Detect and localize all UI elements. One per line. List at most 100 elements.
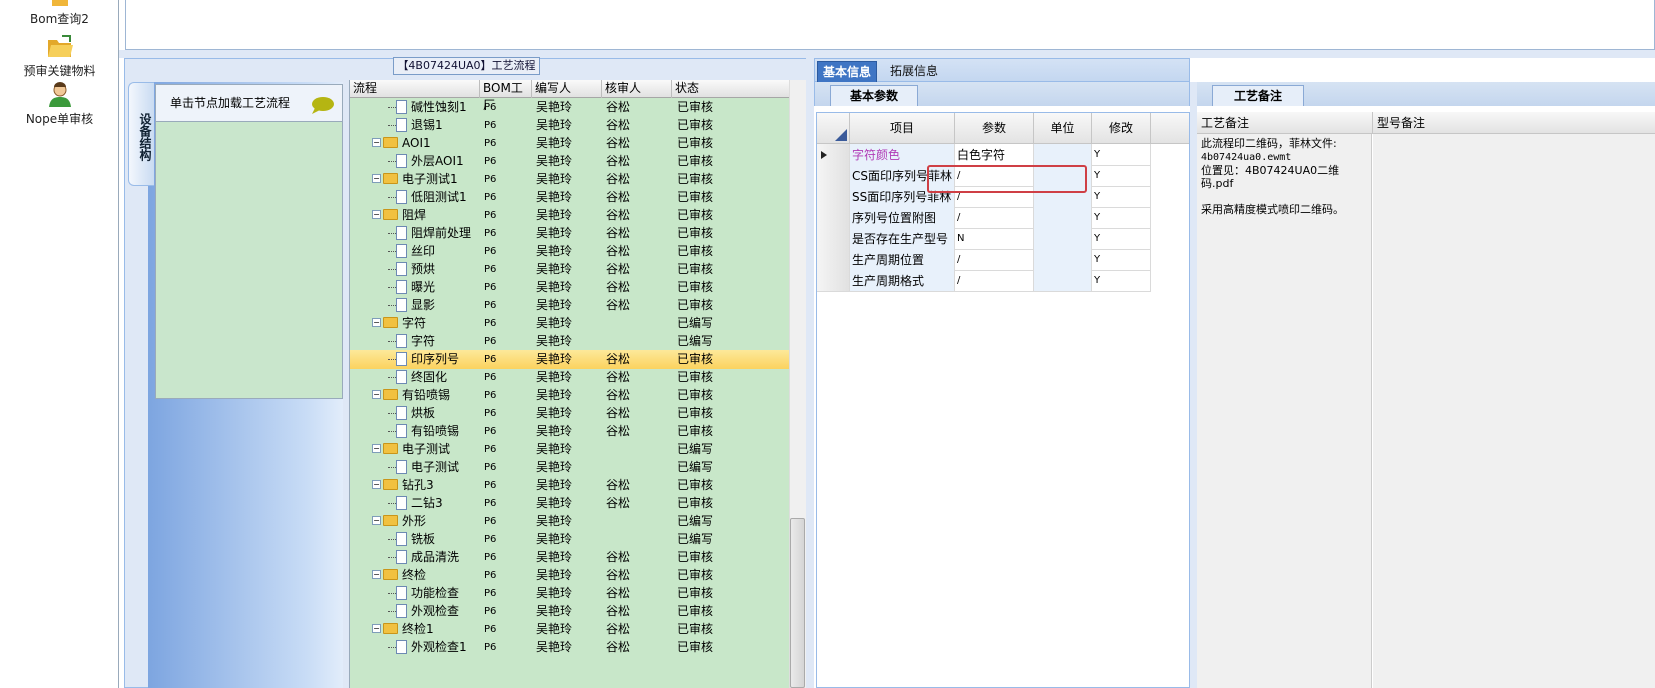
tree-node-name[interactable]: 曝光 — [388, 278, 480, 297]
tree-row[interactable]: − 终检1 P6 吴艳玲 谷松 已审核 — [350, 620, 789, 639]
tab-basic-params[interactable]: 基本参数 — [830, 85, 918, 106]
tree-node-name[interactable]: 印序列号 — [388, 350, 480, 369]
tree-row[interactable]: 退锡1 P6 吴艳玲 谷松 已审核 — [350, 116, 789, 135]
tree-row[interactable]: 外观检查1 P6 吴艳玲 谷松 已审核 — [350, 638, 789, 657]
row-header[interactable] — [817, 270, 850, 292]
tree-row[interactable]: 字符 P6 吴艳玲 已编写 — [350, 332, 789, 351]
tree-node-name[interactable]: 有铅喷锡 — [388, 422, 480, 441]
col-header-status[interactable]: 状态 — [672, 80, 789, 98]
col-header-bom-plant[interactable]: BOM工厂 — [480, 80, 532, 112]
tree-row[interactable]: − 阻焊 P6 吴艳玲 谷松 已审核 — [350, 206, 789, 225]
tree-row[interactable]: 预烘 P6 吴艳玲 谷松 已审核 — [350, 260, 789, 279]
tree-row[interactable]: − 钻孔3 P6 吴艳玲 谷松 已审核 — [350, 476, 789, 495]
tree-node-name[interactable]: − 终检 — [372, 566, 480, 585]
tree-row[interactable]: 阻焊前处理 P6 吴艳玲 谷松 已审核 — [350, 224, 789, 243]
collapse-toggle-icon[interactable]: − — [372, 318, 381, 327]
tree-row[interactable]: 碱性蚀刻1 P6 吴艳玲 谷松 已审核 — [350, 98, 789, 117]
tree-row[interactable]: 功能检查 P6 吴艳玲 谷松 已审核 — [350, 584, 789, 603]
vertical-splitter-right[interactable] — [1190, 82, 1197, 688]
cell-param[interactable]: / — [955, 249, 1034, 271]
tree-row[interactable]: − 有铅喷锡 P6 吴艳玲 谷松 已审核 — [350, 386, 789, 405]
col-header-process-note[interactable]: 工艺备注 — [1197, 112, 1373, 134]
cell-unit[interactable] — [1034, 207, 1092, 229]
cell-modify[interactable]: Y — [1092, 207, 1151, 229]
tree-row[interactable]: 显影 P6 吴艳玲 谷松 已审核 — [350, 296, 789, 315]
row-header[interactable] — [817, 207, 850, 229]
cell-item[interactable]: 生产周期格式 — [850, 270, 955, 292]
tree-row[interactable]: 低阻测试1 P6 吴艳玲 谷松 已审核 — [350, 188, 789, 207]
tree-row[interactable]: 外层AOI1 P6 吴艳玲 谷松 已审核 — [350, 152, 789, 171]
tab-basic-info[interactable]: 基本信息 — [817, 61, 878, 83]
tree-node-name[interactable]: 外观检查 — [388, 602, 480, 621]
vertical-splitter-middle[interactable] — [806, 58, 814, 688]
cell-param[interactable]: / — [955, 270, 1034, 292]
cell-param[interactable]: 白色字符 — [955, 144, 1034, 166]
tree-node-name[interactable]: − 阻焊 — [372, 206, 480, 225]
collapse-toggle-icon[interactable]: − — [372, 210, 381, 219]
tree-node-name[interactable]: 外观检查1 — [388, 638, 480, 657]
row-header[interactable] — [817, 249, 850, 271]
cell-unit[interactable] — [1034, 249, 1092, 271]
cell-modify[interactable]: Y — [1092, 270, 1151, 292]
tree-node-name[interactable]: 终固化 — [388, 368, 480, 387]
tree-row[interactable]: − AOI1 P6 吴艳玲 谷松 已审核 — [350, 134, 789, 153]
collapse-toggle-icon[interactable]: − — [372, 138, 381, 147]
tree-node-name[interactable]: 低阻测试1 — [388, 188, 480, 207]
tree-node-name[interactable]: − 字符 — [372, 314, 480, 333]
param-row[interactable]: 生产周期格式 / Y — [817, 270, 1189, 292]
tree-row[interactable]: − 电子测试1 P6 吴艳玲 谷松 已审核 — [350, 170, 789, 189]
tree-node-name[interactable]: 外层AOI1 — [388, 152, 480, 171]
cell-modify[interactable]: Y — [1092, 144, 1151, 166]
collapse-toggle-icon[interactable]: − — [372, 624, 381, 633]
tree-node-name[interactable]: 成品清洗 — [388, 548, 480, 567]
tree-node-name[interactable]: 二钻3 — [388, 494, 480, 513]
tree-node-name[interactable]: 预烘 — [388, 260, 480, 279]
row-header[interactable] — [817, 144, 850, 166]
cell-unit[interactable] — [1034, 144, 1092, 166]
cell-modify[interactable]: Y — [1092, 165, 1151, 187]
col-header-process[interactable]: 流程 — [350, 80, 480, 98]
cell-item[interactable]: 生产周期位置 — [850, 249, 955, 271]
tree-node-name[interactable]: 功能检查 — [388, 584, 480, 603]
col-header-writer[interactable]: 编写人 — [532, 80, 602, 98]
type-note-area[interactable] — [1373, 134, 1655, 688]
col-header-param[interactable]: 参数 — [955, 113, 1034, 144]
tree-node-name[interactable]: 丝印 — [388, 242, 480, 261]
tree-node-name[interactable]: 阻焊前处理 — [388, 224, 480, 243]
param-row[interactable]: 字符颜色 白色字符 Y — [817, 144, 1189, 166]
tree-row[interactable]: 电子测试 P6 吴艳玲 已编写 — [350, 458, 789, 477]
tree-node-name[interactable]: − 电子测试1 — [372, 170, 480, 189]
tree-node-name[interactable]: − 外形 — [372, 512, 480, 531]
collapse-toggle-icon[interactable]: − — [372, 570, 381, 579]
param-row[interactable]: 是否存在生产型号 N Y — [817, 228, 1189, 250]
tree-row[interactable]: 印序列号 P6 吴艳玲 谷松 已审核 — [350, 350, 789, 369]
row-header[interactable] — [817, 165, 850, 187]
collapse-toggle-icon[interactable]: − — [372, 480, 381, 489]
tree-node-name[interactable]: − 电子测试 — [372, 440, 480, 459]
sidebar-item-nope-review[interactable]: Nope单审核 — [0, 82, 119, 127]
tree-node-name[interactable]: − 钻孔3 — [372, 476, 480, 495]
tree-row[interactable]: 曝光 P6 吴艳玲 谷松 已审核 — [350, 278, 789, 297]
tree-row[interactable]: 二钻3 P6 吴艳玲 谷松 已审核 — [350, 494, 789, 513]
cell-param[interactable]: N — [955, 228, 1034, 250]
collapse-toggle-icon[interactable]: − — [372, 390, 381, 399]
tree-node-name[interactable]: 显影 — [388, 296, 480, 315]
cell-modify[interactable]: Y — [1092, 249, 1151, 271]
horizontal-splitter[interactable] — [119, 50, 1655, 58]
tree-row[interactable]: 铣板 P6 吴艳玲 已编写 — [350, 530, 789, 549]
cell-item[interactable]: 序列号位置附图 — [850, 207, 955, 229]
tree-row[interactable]: − 外形 P6 吴艳玲 已编写 — [350, 512, 789, 531]
tree-node-name[interactable]: 碱性蚀刻1 — [388, 98, 480, 117]
cell-item[interactable]: 是否存在生产型号 — [850, 228, 955, 250]
collapse-toggle-icon[interactable]: − — [372, 174, 381, 183]
tree-row[interactable]: 终固化 P6 吴艳玲 谷松 已审核 — [350, 368, 789, 387]
tree-node-name[interactable]: − 终检1 — [372, 620, 480, 639]
col-header-modify[interactable]: 修改 — [1092, 113, 1151, 144]
collapse-toggle-icon[interactable]: − — [372, 444, 381, 453]
tree-node-name[interactable]: 字符 — [388, 332, 480, 351]
tree-row[interactable]: − 电子测试 P6 吴艳玲 已编写 — [350, 440, 789, 459]
cell-param[interactable]: / — [955, 207, 1034, 229]
tab-extended-info[interactable]: 拓展信息 — [885, 61, 943, 83]
cell-unit[interactable] — [1034, 228, 1092, 250]
cell-item[interactable]: 字符颜色 — [850, 144, 955, 166]
